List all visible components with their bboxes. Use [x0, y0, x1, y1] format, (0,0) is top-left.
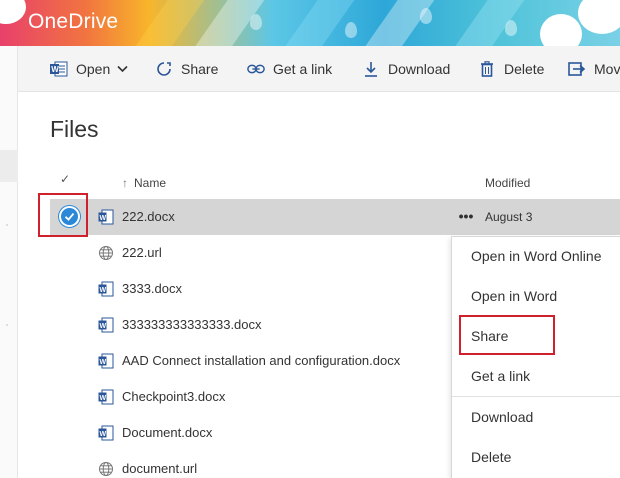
menu-item-open-in-word-online[interactable]: Open in Word Online: [452, 238, 620, 274]
move-button-label: Mov: [594, 61, 620, 77]
move-icon: [568, 60, 586, 78]
raindrop-decoration: [250, 14, 262, 30]
file-modified: August 3: [485, 210, 533, 224]
file-name[interactable]: Document.docx: [122, 425, 212, 440]
delete-button[interactable]: Delete: [478, 46, 544, 92]
svg-text:W: W: [100, 287, 107, 294]
file-row[interactable]: W 222.docx ••• August 3: [50, 199, 620, 235]
delete-button-label: Delete: [504, 61, 545, 77]
open-button[interactable]: W Open: [50, 46, 128, 92]
banner-decoration: [124, 0, 206, 46]
download-button[interactable]: Download: [362, 46, 450, 92]
menu-item-delete[interactable]: Delete: [452, 439, 620, 475]
open-button-label: Open: [76, 61, 111, 77]
svg-text:W: W: [100, 359, 107, 366]
menu-item-download[interactable]: Download: [452, 399, 620, 435]
share-highlight-box: [459, 315, 555, 355]
file-name[interactable]: document.url: [122, 461, 197, 476]
svg-text:W: W: [51, 65, 59, 74]
word-icon: W: [50, 60, 68, 78]
share-button-label: Share: [181, 61, 219, 77]
word-file-icon: W: [98, 209, 114, 225]
raindrop-decoration: [345, 22, 357, 38]
banner-decoration: [274, 0, 356, 46]
left-navigation: [0, 46, 18, 478]
cloud-decoration: [578, 0, 620, 34]
globe-url-icon: [98, 245, 114, 261]
column-header-modified[interactable]: Modified: [485, 176, 530, 190]
menu-item-get-a-link[interactable]: Get a link: [452, 358, 620, 394]
svg-text:W: W: [100, 395, 107, 402]
command-bar: W Open Share Get a link Download Delete …: [18, 46, 620, 92]
more-options-button[interactable]: •••: [452, 205, 480, 229]
cloud-decoration: [0, 0, 26, 24]
app-brand[interactable]: OneDrive: [28, 10, 118, 34]
menu-separator: [452, 396, 620, 397]
file-name[interactable]: 222.url: [122, 245, 162, 260]
file-name[interactable]: 3333.docx: [122, 281, 182, 296]
nav-item-selected[interactable]: [0, 150, 18, 182]
link-icon: [247, 60, 265, 78]
onedrive-header-banner: OneDrive: [0, 0, 620, 46]
word-file-icon: W: [98, 425, 114, 441]
chevron-down-icon: [117, 65, 128, 73]
select-all-checkbox[interactable]: ✓: [60, 172, 70, 186]
share-button[interactable]: Share: [155, 46, 218, 92]
column-header-name[interactable]: ↑ Name: [122, 176, 166, 190]
file-name[interactable]: Checkpoint3.docx: [122, 389, 225, 404]
globe-url-icon: [98, 461, 114, 477]
svg-text:W: W: [100, 431, 107, 438]
move-button[interactable]: Mov: [568, 46, 620, 92]
get-link-button-label: Get a link: [273, 61, 333, 77]
nav-marker: [6, 324, 8, 326]
trash-icon: [478, 60, 496, 78]
get-link-button[interactable]: Get a link: [247, 46, 332, 92]
file-name[interactable]: 333333333333333.docx: [122, 317, 262, 332]
word-file-icon: W: [98, 317, 114, 333]
word-file-icon: W: [98, 353, 114, 369]
sort-arrow-icon: ↑: [122, 176, 128, 190]
svg-text:W: W: [100, 323, 107, 330]
raindrop-decoration: [505, 20, 517, 36]
page-title: Files: [50, 116, 99, 142]
raindrop-decoration: [420, 8, 432, 24]
word-file-icon: W: [98, 281, 114, 297]
svg-text:W: W: [100, 215, 107, 222]
context-menu: Open in Word Online Open in Word Share G…: [451, 236, 620, 478]
column-header-name-label: Name: [134, 176, 167, 190]
nav-marker: [6, 224, 8, 226]
share-icon: [155, 60, 173, 78]
file-name[interactable]: 222.docx: [122, 209, 175, 224]
download-button-label: Download: [388, 61, 451, 77]
menu-item-open-in-word[interactable]: Open in Word: [452, 278, 620, 314]
cloud-decoration: [540, 14, 582, 46]
file-name[interactable]: AAD Connect installation and configurati…: [122, 353, 400, 368]
checkbox-highlight-box: [38, 193, 88, 237]
download-icon: [362, 60, 380, 78]
word-file-icon: W: [98, 389, 114, 405]
